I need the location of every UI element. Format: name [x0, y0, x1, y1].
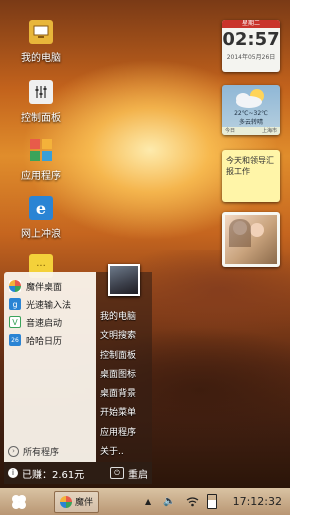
weather-day: 今日 [225, 128, 236, 134]
start-menu-app-calendar[interactable]: 26 哈哈日历 [4, 331, 96, 349]
desktop-icon-my-computer[interactable]: 我的电脑 [8, 20, 74, 64]
pinwheel-icon [9, 280, 21, 292]
app-label: 魔伴桌面 [26, 282, 63, 293]
tray-up-arrow-icon[interactable]: ▲ [145, 497, 151, 506]
start-menu-links-panel: 我的电脑 文明搜索 控制面板 桌面图标 桌面背景 开始菜单 应用程序 关于.. [96, 272, 152, 462]
clover-icon [12, 494, 26, 509]
info-icon: i [8, 468, 18, 478]
link-my-computer[interactable]: 我的电脑 [96, 308, 152, 327]
start-menu-app-launcher[interactable]: V 音速启动 [4, 313, 96, 331]
clock-weekday: 星期二 [222, 20, 280, 28]
cloud-sun-icon [236, 89, 264, 108]
user-avatar[interactable] [108, 264, 140, 296]
app-label: 哈哈日历 [26, 336, 63, 347]
link-search[interactable]: 文明搜索 [96, 327, 152, 346]
start-button[interactable] [6, 491, 32, 513]
clock-time: 02:57 [222, 29, 280, 50]
clock-widget[interactable]: 星期二 02:57 2014年05月26日 [222, 20, 280, 72]
start-menu: 魔伴桌面 g 光速输入法 V 音速启动 26 哈哈日历 › 所有程序 我的电脑 … [4, 264, 152, 484]
weather-temp: 22℃~32℃ [234, 110, 268, 117]
desktop-icon-apps[interactable]: 应用程序 [8, 138, 74, 182]
link-desktop-background[interactable]: 桌面背景 [96, 385, 152, 404]
desktop-icon-label: 控制面板 [21, 113, 61, 124]
power-icon: ⏻ [110, 467, 124, 479]
v-launcher-icon: V [9, 316, 21, 328]
weather-footer: 今日 上海市 [222, 127, 280, 135]
arrow-right-icon: › [8, 446, 19, 457]
start-menu-apps-panel: 魔伴桌面 g 光速输入法 V 音速启动 26 哈哈日历 › 所有程序 [4, 272, 96, 462]
clock-date: 2014年05月26日 [226, 54, 276, 61]
wifi-icon[interactable] [186, 496, 199, 507]
link-applications[interactable]: 应用程序 [96, 424, 152, 443]
taskbar-app-moban[interactable]: 魔伴 [54, 490, 100, 513]
photo-frame-widget[interactable] [222, 212, 280, 267]
photo-image [225, 215, 277, 264]
sticky-note-widget[interactable]: 今天和领导汇报工作 [222, 150, 280, 202]
weather-city: 上海市 [261, 128, 277, 134]
control-panel-icon [29, 80, 53, 104]
desktop-icon-browser[interactable]: e 网上冲浪 [8, 196, 74, 240]
desktop-icon-label: 我的电脑 [21, 53, 61, 64]
taskbar-clock[interactable]: 17:12:32 [233, 495, 282, 508]
calendar-icon: 26 [9, 334, 21, 346]
link-start-menu[interactable]: 开始菜单 [96, 404, 152, 423]
link-about[interactable]: 关于.. [96, 443, 152, 462]
apps-icon [29, 138, 53, 162]
weather-condition: 多云转晴 [238, 119, 263, 126]
start-menu-footer: i 已赚：2.61元 ⏻ 重启 [4, 462, 152, 484]
all-programs-button[interactable]: › 所有程序 [8, 445, 59, 458]
desktop-icon-label: 网上冲浪 [21, 229, 61, 240]
battery-icon[interactable] [206, 494, 217, 509]
link-desktop-icons[interactable]: 桌面图标 [96, 366, 152, 385]
desktop-icon-label: 应用程序 [21, 171, 61, 182]
keyboard-icon: g [9, 298, 21, 310]
taskbar: 魔伴 ▲ 🔈 17:12:32 [0, 488, 290, 515]
desktop-icon-control-panel[interactable]: 控制面板 [8, 80, 74, 124]
all-programs-label: 所有程序 [23, 448, 60, 458]
desktop-wallpaper: 我的电脑 控制面板 应用程序 e 网上冲浪 ··· 星期二 02:57 2014… [0, 0, 290, 488]
start-menu-app-input-method[interactable]: g 光速输入法 [4, 295, 96, 313]
weather-widget[interactable]: 22℃~32℃ 多云转晴 今日 上海市 [222, 85, 280, 135]
restart-label: 重启 [128, 469, 148, 481]
note-text: 今天和领导汇报工作 [226, 156, 274, 176]
link-control-panel[interactable]: 控制面板 [96, 347, 152, 366]
volume-icon[interactable]: 🔈 [163, 496, 175, 507]
computer-icon [29, 20, 53, 44]
restart-button[interactable]: ⏻ 重启 [110, 466, 148, 481]
app-label: 光速输入法 [26, 300, 72, 311]
app-label: 音速启动 [26, 318, 63, 329]
taskbar-app-label: 魔伴 [75, 498, 94, 508]
earned-text: 已赚：2.61元 [22, 469, 85, 481]
ie-browser-icon: e [29, 196, 53, 220]
pinwheel-icon [60, 495, 72, 508]
start-menu-app-mobanzhuomian[interactable]: 魔伴桌面 [4, 277, 96, 295]
